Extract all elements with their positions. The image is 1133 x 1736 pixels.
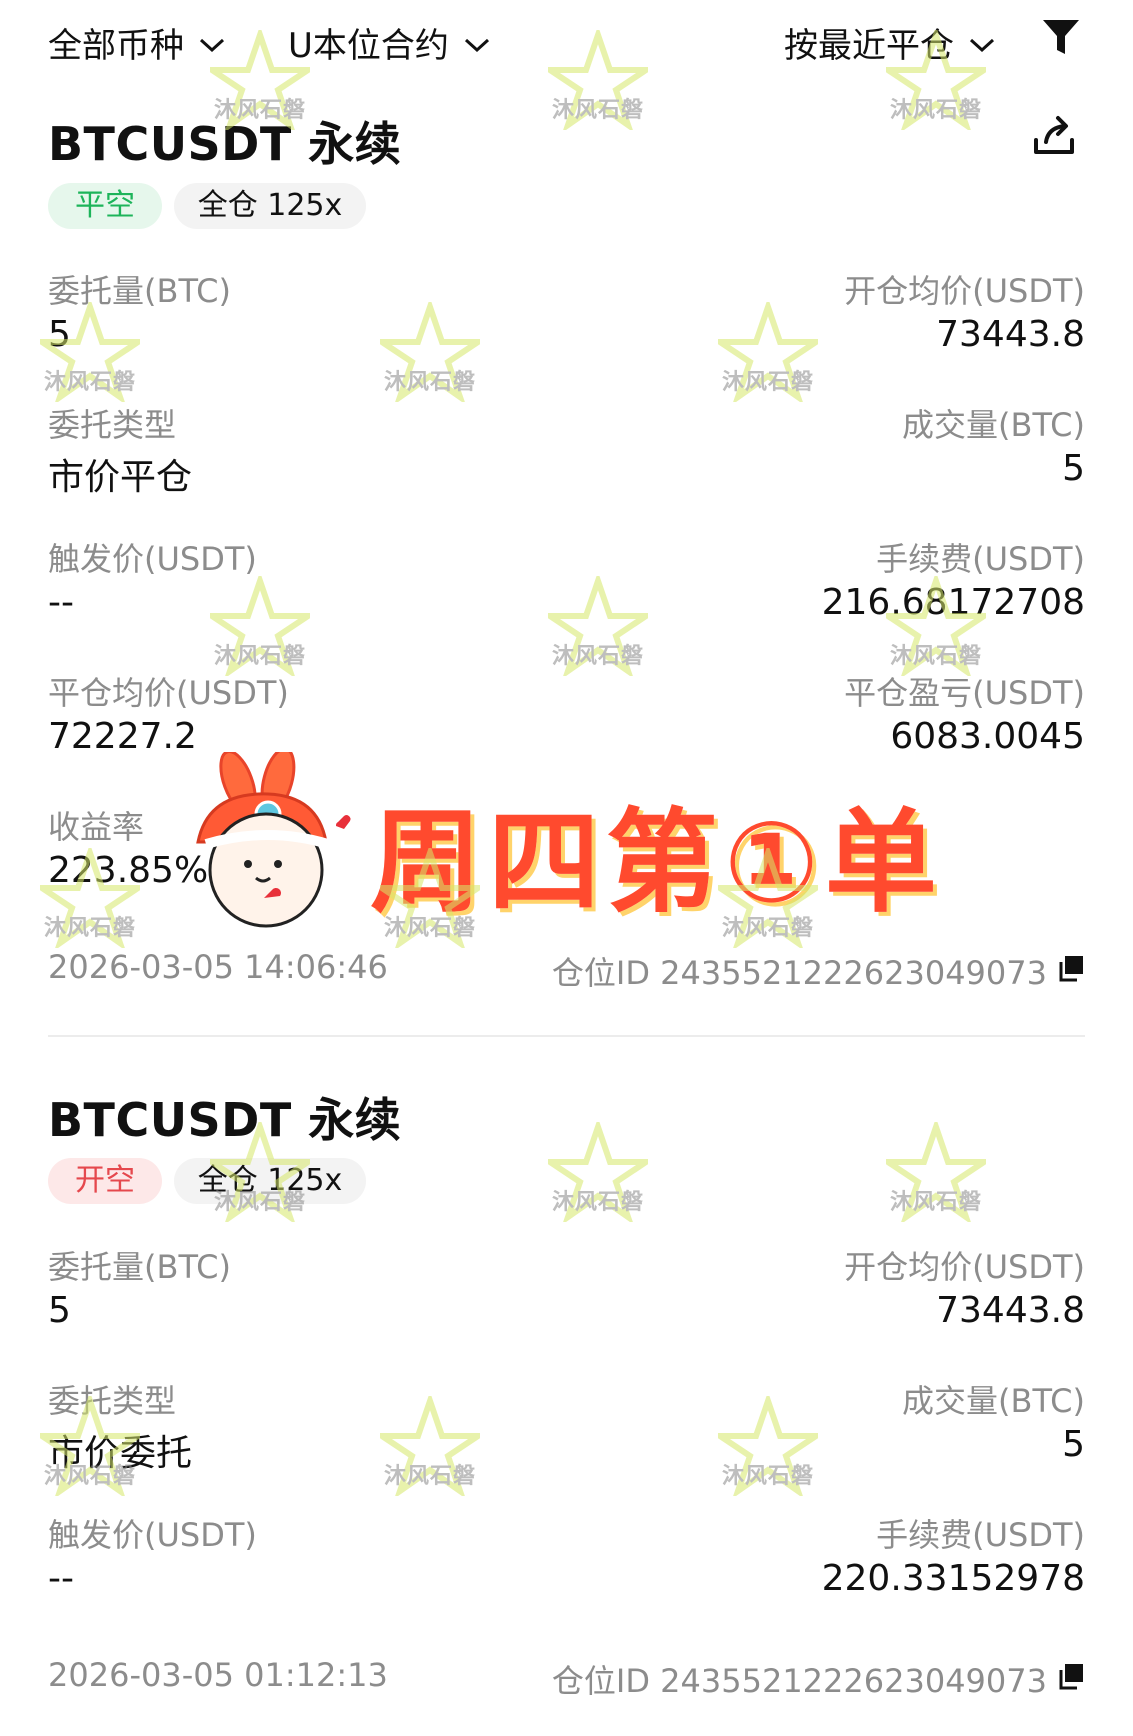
- watermark-text: 沐风石磐: [889, 98, 982, 123]
- margin-badge: 全仓 125x: [174, 1158, 366, 1204]
- watermark: 沐风石磐: [698, 1396, 838, 1526]
- filter-funnel-icon[interactable]: [1042, 18, 1080, 62]
- side-badge: 平空: [48, 183, 162, 229]
- pnl-value: 6083.0045: [890, 716, 1085, 757]
- watermark-text: 沐风石磐: [551, 98, 644, 123]
- fee-value: 216.68172708: [821, 582, 1085, 623]
- filled-qty-value: 5: [1062, 1424, 1085, 1465]
- watermark: 沐风石磐: [360, 1396, 500, 1526]
- watermark-text: 沐风石磐: [43, 370, 136, 395]
- order-divider: [48, 1035, 1085, 1037]
- filled-qty-label: 成交量(BTC): [902, 406, 1085, 444]
- watermark-text: 沐风石磐: [721, 370, 814, 395]
- trigger-price-label: 触发价(USDT): [48, 540, 257, 578]
- share-icon[interactable]: [1030, 112, 1078, 164]
- chevron-down-icon: [968, 23, 996, 63]
- fee-label: 手续费(USDT): [876, 1516, 1085, 1554]
- copy-icon[interactable]: [1057, 1660, 1085, 1698]
- watermark-text: 沐风石磐: [43, 916, 136, 941]
- watermark-text: 沐风石磐: [889, 1190, 982, 1215]
- watermark: 沐风石磐: [360, 302, 500, 432]
- watermark: 沐风石磐: [698, 302, 838, 432]
- order-type-label: 委托类型: [48, 1382, 177, 1420]
- order-type-value: 市价平仓: [48, 457, 193, 498]
- order-symbol: BTCUSDT 永续: [48, 117, 402, 171]
- contract-type-filter[interactable]: U本位合约: [288, 18, 491, 67]
- watermark: 沐风石磐: [528, 30, 668, 160]
- close-avg-label: 平仓均价(USDT): [48, 674, 289, 712]
- chevron-down-icon: [463, 23, 491, 63]
- filled-qty-label: 成交量(BTC): [902, 1382, 1085, 1420]
- watermark-text: 沐风石磐: [889, 644, 982, 669]
- sort-filter-label: 按最近平仓: [784, 26, 954, 66]
- trigger-price-value: --: [48, 1558, 74, 1599]
- trigger-price-label: 触发价(USDT): [48, 1516, 257, 1554]
- currency-filter-label: 全部币种: [48, 26, 184, 66]
- bunny-sticker-image: [178, 747, 358, 936]
- filled-qty-value: 5: [1062, 448, 1085, 489]
- fee-value: 220.33152978: [821, 1558, 1085, 1599]
- copy-icon[interactable]: [1057, 952, 1085, 990]
- order-symbol: BTCUSDT 永续: [48, 1093, 402, 1147]
- watermark-text: 沐风石磐: [551, 1190, 644, 1215]
- fee-label: 手续费(USDT): [876, 540, 1085, 578]
- contract-type-filter-label: U本位合约: [288, 26, 449, 66]
- watermark: 沐风石磐: [866, 1122, 1006, 1252]
- roi-label: 收益率: [48, 808, 145, 846]
- order-time: 2026-03-05 01:12:13: [48, 1656, 388, 1694]
- order-time: 2026-03-05 14:06:46: [48, 948, 388, 986]
- position-id: 仓位ID 2435521222623049073: [552, 948, 1085, 994]
- open-avg-label: 开仓均价(USDT): [844, 272, 1085, 310]
- chevron-down-icon: [198, 23, 226, 63]
- watermark-text: 沐风石磐: [383, 370, 476, 395]
- order-type-value: 市价委托: [48, 1433, 193, 1474]
- order-qty-label: 委托量(BTC): [48, 272, 231, 310]
- order-type-label: 委托类型: [48, 406, 177, 444]
- watermark-text: 沐风石磐: [213, 644, 306, 669]
- margin-badge: 全仓 125x: [174, 183, 366, 229]
- open-avg-label: 开仓均价(USDT): [844, 1248, 1085, 1286]
- watermark: 沐风石磐: [528, 576, 668, 706]
- position-id-text: 仓位ID 2435521222623049073: [551, 954, 1047, 992]
- watermark-text: 沐风石磐: [721, 1464, 814, 1489]
- open-avg-value: 73443.8: [936, 314, 1085, 355]
- order-qty-value: 5: [48, 1290, 71, 1331]
- close-avg-value: 72227.2: [48, 716, 197, 757]
- pnl-label: 平仓盈亏(USDT): [844, 674, 1085, 712]
- position-id: 仓位ID 2435521222623049073: [552, 1656, 1085, 1702]
- watermark-text: 沐风石磐: [551, 644, 644, 669]
- sort-filter[interactable]: 按最近平仓: [784, 18, 996, 67]
- watermark-text: 沐风石磐: [383, 1464, 476, 1489]
- open-avg-value: 73443.8: [936, 1290, 1085, 1331]
- order-qty-value: 5: [48, 314, 71, 355]
- side-badge: 开空: [48, 1158, 162, 1204]
- currency-filter[interactable]: 全部币种: [48, 18, 226, 67]
- order-qty-label: 委托量(BTC): [48, 1248, 231, 1286]
- watermark: 沐风石磐: [528, 1122, 668, 1252]
- position-id-text: 仓位ID 2435521222623049073: [551, 1662, 1047, 1700]
- trigger-price-value: --: [48, 582, 74, 623]
- sticker-banner-text: 周四第①单: [367, 795, 943, 931]
